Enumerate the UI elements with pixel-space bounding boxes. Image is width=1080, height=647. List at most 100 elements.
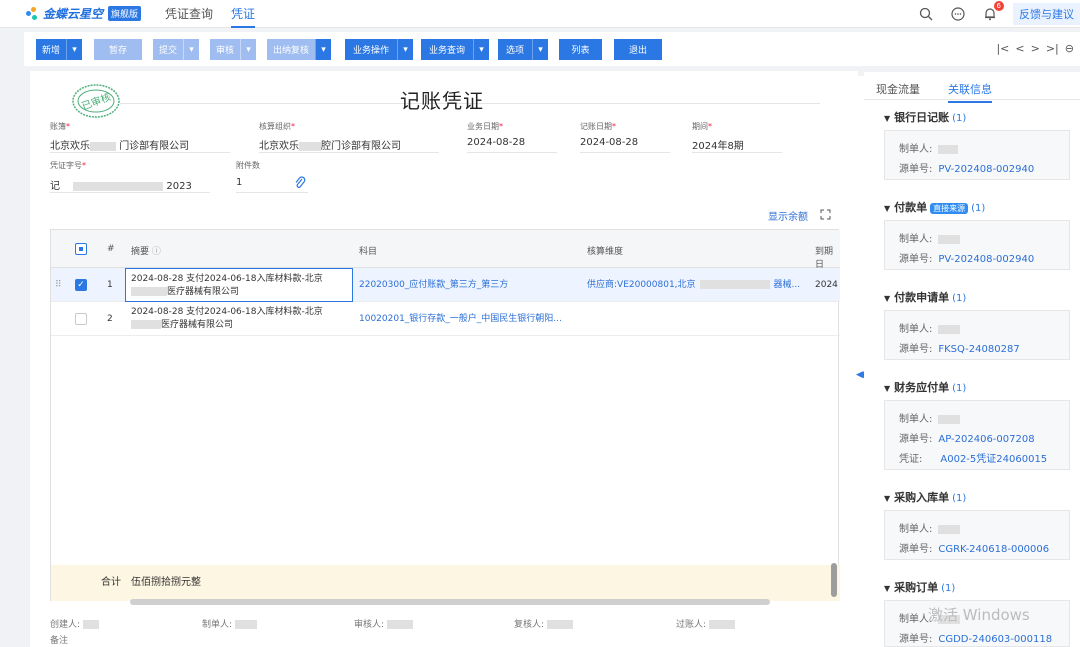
total-row: 合计 伍佰捌拾捌元整 — [51, 565, 840, 601]
summary-line2: 医疗器械有限公司 — [131, 286, 239, 298]
row-checkbox[interactable]: ✓ — [75, 279, 87, 291]
drag-handle-icon[interactable]: ⠿ — [55, 279, 62, 291]
account-cell[interactable]: 22020300_应付账款_第三方_第三方 — [359, 279, 508, 291]
maker-row: 制单人: — [899, 410, 961, 425]
book-label: 账簿* — [50, 122, 70, 131]
account-cell[interactable]: 10020201_银行存款_一般户_中国民生银行朝阳... — [359, 313, 562, 325]
audit-button-group: 审核 ▾ — [210, 39, 257, 60]
section-bank-journal[interactable]: ▼ 银行日记账 (1) — [884, 109, 966, 125]
source-link[interactable]: CGDD-240603-000118 — [938, 634, 1052, 645]
section-ap[interactable]: ▼ 财务应付单 (1) — [884, 379, 966, 395]
source-link[interactable]: PV-202408-002940 — [938, 164, 1034, 175]
source-link[interactable]: PV-202408-002940 — [938, 254, 1034, 265]
chevron-down-icon[interactable]: ▾ — [532, 39, 548, 60]
summary-cell[interactable]: 2024-08-28 支付2024-06-18入库材料款-北京 医疗器械有限公司 — [125, 268, 353, 302]
right-tabs: 现金流量 关联信息 — [864, 72, 1080, 103]
org-field[interactable]: 北京欢乐 腔门诊部有限公司 — [259, 137, 401, 152]
collapse-icon: ▼ — [884, 294, 891, 303]
logo-icon — [26, 6, 40, 21]
save-button-group: 暂存 — [94, 39, 142, 60]
attach-count-field[interactable]: 1 — [236, 177, 242, 188]
section-purchase-order[interactable]: ▼ 采购订单 (1) — [884, 579, 955, 595]
options-group: 选项 ▾ — [498, 39, 548, 60]
vertical-scrollbar[interactable] — [831, 563, 837, 597]
book-field[interactable]: 北京欢乐 门诊部有限公司 — [50, 137, 189, 152]
last-record-icon[interactable]: >| — [1046, 42, 1059, 55]
next-record-icon[interactable]: > — [1031, 42, 1040, 55]
biz-date-field[interactable]: 2024-08-28 — [467, 137, 525, 148]
table-row[interactable]: 2 2024-08-28 支付2024-06-18入库材料款-北京 医疗器械有限… — [51, 302, 840, 336]
cashier-field: 复核人: — [514, 617, 573, 630]
summary-line2[interactable]: 医疗器械有限公司 — [131, 319, 233, 331]
section-payment[interactable]: ▼ 付款单 直接来源 (1) — [884, 199, 985, 215]
chevron-down-icon[interactable]: ▾ — [240, 39, 257, 60]
chevron-down-icon[interactable]: ▾ — [183, 39, 200, 60]
table-row[interactable]: ⠿ ✓ 1 2024-08-28 支付2024-06-18入库材料款-北京 医疗… — [51, 268, 840, 302]
post-date-field[interactable]: 2024-08-28 — [580, 137, 638, 148]
voucher-no-field[interactable]: 记 2023 — [50, 177, 192, 192]
col-dimension[interactable]: 核算维度 — [587, 244, 623, 257]
save-button[interactable]: 暂存 — [94, 39, 142, 60]
more-icon[interactable]: ⊖ — [1065, 42, 1074, 55]
field-underline — [236, 192, 308, 193]
tab-cash-flow[interactable]: 现金流量 — [876, 81, 920, 97]
new-button[interactable]: 新增 — [36, 39, 67, 60]
prev-record-icon[interactable]: < — [1015, 42, 1024, 55]
source-link[interactable]: AP-202406-007208 — [938, 434, 1034, 445]
first-record-icon[interactable]: |< — [996, 42, 1009, 55]
chevron-down-icon[interactable]: ▾ — [397, 39, 413, 60]
summary-line1[interactable]: 2024-08-28 支付2024-06-18入库材料款-北京 — [131, 306, 323, 318]
col-account[interactable]: 科目 — [359, 244, 377, 257]
attachment-icon[interactable] — [294, 176, 306, 190]
chat-icon[interactable] — [949, 5, 967, 23]
select-all-checkbox[interactable] — [75, 243, 87, 255]
maker-row: 制单人: — [899, 320, 961, 335]
cashier-review-group: 出纳复核 ▾ — [267, 39, 332, 60]
feedback-button[interactable]: 反馈与建议 — [1013, 3, 1080, 25]
new-button-group: 新增 ▾ — [36, 39, 83, 60]
cashier-review-button[interactable]: 出纳复核 — [267, 39, 316, 60]
submit-button[interactable]: 提交 — [153, 39, 184, 60]
section-purchase-receipt[interactable]: ▼ 采购入库单 (1) — [884, 489, 966, 505]
poster-field: 过账人: — [676, 617, 735, 630]
source-link[interactable]: FKSQ-24080287 — [938, 344, 1019, 355]
voucher-link[interactable]: A002-5凭证24060015 — [940, 454, 1047, 465]
chevron-down-icon[interactable]: ▾ — [315, 39, 332, 60]
section-payment-request[interactable]: ▼ 付款申请单 (1) — [884, 289, 966, 305]
tab-voucher-query[interactable]: 凭证查询 — [165, 5, 213, 28]
exit-button[interactable]: 退出 — [614, 39, 662, 60]
card-payment: 制单人: 源单号: PV-202408-002940 — [884, 220, 1070, 270]
chevron-down-icon[interactable]: ▾ — [66, 39, 83, 60]
biz-query-group: 业务查询 ▾ — [421, 39, 489, 60]
tab-related-info[interactable]: 关联信息 — [948, 81, 992, 103]
list-button[interactable]: 列表 — [559, 39, 602, 60]
biz-ops-button[interactable]: 业务操作 — [345, 39, 397, 60]
period-field[interactable]: 2024年8期 — [692, 137, 744, 152]
fullscreen-icon[interactable] — [820, 209, 831, 220]
help-icon: ⓘ — [151, 247, 161, 257]
collapse-icon: ▼ — [884, 584, 891, 593]
related-info-panel: 现金流量 关联信息 ▼ 银行日记账 (1) 制单人: 源单号: PV-202408-0… — [864, 72, 1080, 647]
submit-button-group: 提交 ▾ — [153, 39, 200, 60]
tab-voucher[interactable]: 凭证 — [231, 5, 256, 28]
search-icon[interactable] — [917, 5, 935, 23]
biz-query-button[interactable]: 业务查询 — [421, 39, 473, 60]
col-due[interactable]: 到期日 — [815, 244, 840, 270]
field-underline — [259, 152, 439, 153]
logo[interactable]: 金蝶云星空 旗舰版 — [26, 5, 142, 22]
voucher-panel: 已审核 记账凭证 账簿* 北京欢乐 门诊部有限公司 核算组织* 北京欢乐 腔门诊部… — [30, 71, 858, 647]
show-balance-link[interactable]: 显示余额 — [768, 208, 808, 223]
source-row: 源单号: PV-202408-002940 — [899, 254, 1035, 265]
col-summary[interactable]: 摘要 ⓘ — [131, 244, 161, 257]
dimension-cell[interactable]: 供应商:VE20000801,北京 器械... — [587, 279, 800, 291]
options-button[interactable]: 选项 — [498, 39, 532, 60]
bell-icon[interactable]: 6 — [981, 1, 1004, 23]
period-label: 期间* — [692, 122, 712, 131]
chevron-down-icon[interactable]: ▾ — [473, 39, 489, 60]
grid-header: # 摘要 ⓘ 科目 核算维度 到期日 — [51, 230, 840, 270]
due-cell[interactable]: 2024 — [815, 279, 838, 291]
horizontal-scrollbar[interactable] — [130, 599, 770, 605]
row-checkbox[interactable] — [75, 313, 87, 325]
source-link[interactable]: CGRK-240618-000006 — [938, 544, 1049, 555]
audit-button[interactable]: 审核 — [210, 39, 241, 60]
